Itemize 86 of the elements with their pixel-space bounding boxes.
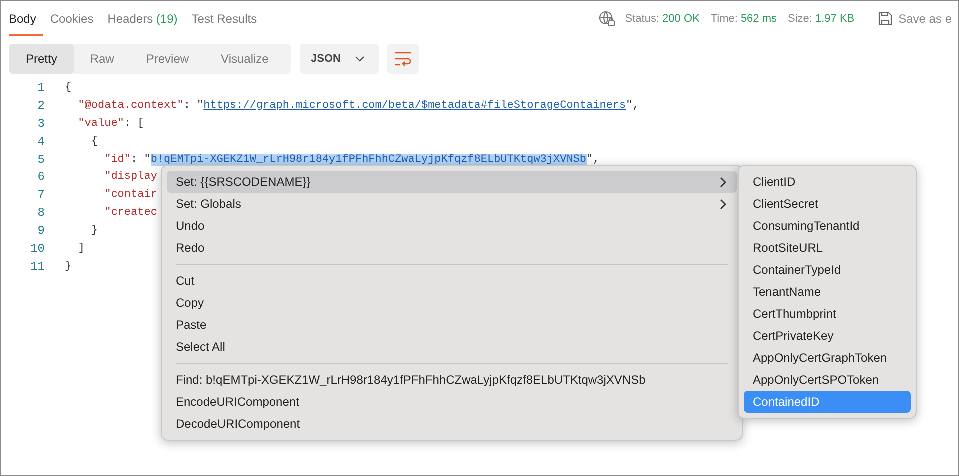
line-number: 7 — [36, 188, 46, 202]
json-key: "contair — [65, 189, 158, 202]
line-number: 4 — [36, 134, 46, 149]
view-mode-tab[interactable]: Raw — [74, 44, 130, 74]
code-text: { — [90, 136, 98, 148]
submenu-item[interactable]: AppOnlyCertGraphToken — [744, 347, 911, 369]
menu-item[interactable]: EncodeURIComponent — [167, 391, 737, 413]
save-icon — [878, 11, 893, 26]
menu-item[interactable]: Paste — [167, 314, 737, 336]
code-text: : [ — [124, 118, 144, 130]
menu-item[interactable]: DecodeURIComponent — [167, 413, 737, 435]
save-button[interactable]: Save as e — [878, 11, 952, 26]
response-tab[interactable]: Body — [9, 1, 44, 36]
menu-item-label: Select All — [176, 340, 226, 354]
menu-item-label: Paste — [176, 318, 207, 332]
code-text: , — [593, 154, 600, 166]
submenu-item[interactable]: ClientSecret — [744, 193, 911, 215]
code-text: " — [626, 100, 633, 112]
json-key: "createc — [65, 207, 158, 220]
json-key: "id" — [65, 154, 132, 166]
line-number: 5 — [36, 152, 46, 166]
selected-text: b!qEMTpi-XGEKZ1W_rLrH98r184y1fPFhFhhCZwaLyjpKfqzf8ELbUTKtqw3jXVNSb — [150, 154, 586, 166]
menu-item[interactable]: Set: {{SRSCODENAME}} — [167, 171, 737, 193]
code-text: " — [586, 154, 594, 166]
line-number: 8 — [36, 206, 46, 220]
line-number: 9 — [36, 224, 46, 238]
json-key: "@odata.context" — [65, 100, 184, 112]
line-number: 11 — [30, 260, 46, 274]
size-value: 1.97 KB — [815, 12, 855, 24]
line-number: 1 — [36, 80, 46, 95]
time-value: 562 ms — [740, 12, 778, 24]
submenu-item[interactable]: TenantName — [744, 281, 911, 303]
menu-item-label: Undo — [176, 219, 205, 233]
submenu-item[interactable]: CertThumbprint — [744, 303, 911, 325]
menu-item[interactable]: Redo — [167, 237, 737, 259]
view-mode-tab[interactable]: Preview — [130, 44, 206, 74]
format-dropdown[interactable]: JSON — [300, 44, 379, 74]
menu-item[interactable]: Set: Globals — [167, 193, 737, 215]
menu-item-label: Copy — [176, 296, 204, 310]
menu-item-label: Set: Globals — [176, 197, 242, 211]
menu-item[interactable]: Select All — [167, 336, 737, 358]
menu-item-label: Cut — [176, 274, 195, 288]
code-text: ] — [77, 242, 85, 255]
menu-item-label: Find: b!qEMTpi-XGEKZ1W_rLrH98r184y1fPFhFhhCZwaLyjpKfqzf8ELbUTKtqw3jXVNSb — [176, 373, 646, 387]
submenu-item[interactable]: CertPrivateKey — [744, 325, 911, 347]
size-label: Size: — [788, 12, 812, 24]
time-label: Time: — [710, 12, 738, 24]
code-text: } — [90, 225, 98, 238]
submenu-item[interactable]: AppOnlyCertSPOToken — [744, 369, 911, 391]
submenu-item[interactable]: ClientID — [744, 171, 911, 193]
line-number: 6 — [36, 170, 46, 184]
status-value: 200 OK — [662, 12, 700, 24]
code-text: : — [184, 100, 192, 112]
response-tab[interactable]: Test Results — [184, 1, 264, 36]
menu-item[interactable]: Find: b!qEMTpi-XGEKZ1W_rLrH98r184y1fPFhFhhCZwaLyjpKfqzf8ELbUTKtqw3jXVNSb — [167, 369, 737, 391]
url-link[interactable]: https://graph.microsoft.com/beta/$metadata#fileStorageContainers — [204, 100, 626, 112]
code-text: " — [144, 154, 151, 166]
status-label: Status: — [625, 12, 660, 24]
response-tab[interactable]: Cookies — [43, 1, 101, 36]
line-number: 10 — [30, 242, 46, 256]
menu-item-label: EncodeURIComponent — [176, 395, 300, 409]
menu-item-label: DecodeURIComponent — [176, 417, 300, 431]
menu-item-label: Set: {{SRSCODENAME}} — [176, 175, 311, 189]
globe-lock-icon[interactable] — [598, 10, 616, 28]
menu-item[interactable]: Copy — [167, 292, 737, 314]
submenu-item[interactable]: ContainerTypeId — [744, 259, 911, 281]
view-mode-tab[interactable]: Visualize — [205, 44, 285, 74]
wrap-lines-icon — [394, 51, 412, 67]
chevron-down-icon — [354, 56, 365, 62]
submenu-item[interactable]: RootSiteURL — [744, 237, 911, 259]
submenu-item[interactable]: ConsumingTenantId — [744, 215, 911, 237]
wrap-button[interactable] — [386, 44, 419, 74]
menu-item[interactable]: Cut — [167, 270, 737, 292]
code-text: : — [131, 154, 139, 166]
json-key: "value" — [65, 118, 124, 130]
menu-item-label: Redo — [176, 241, 205, 255]
code-text: , — [632, 100, 640, 112]
code-text: " — [197, 100, 204, 112]
json-key: "display — [65, 171, 158, 184]
line-number: 2 — [36, 98, 46, 113]
code-text: } — [65, 260, 72, 273]
line-number: 3 — [36, 116, 46, 131]
response-tab[interactable]: Headers (19) — [100, 1, 185, 36]
view-mode-tab[interactable]: Pretty — [9, 44, 74, 74]
code-text: { — [65, 82, 72, 94]
menu-item[interactable]: Undo — [167, 215, 737, 237]
